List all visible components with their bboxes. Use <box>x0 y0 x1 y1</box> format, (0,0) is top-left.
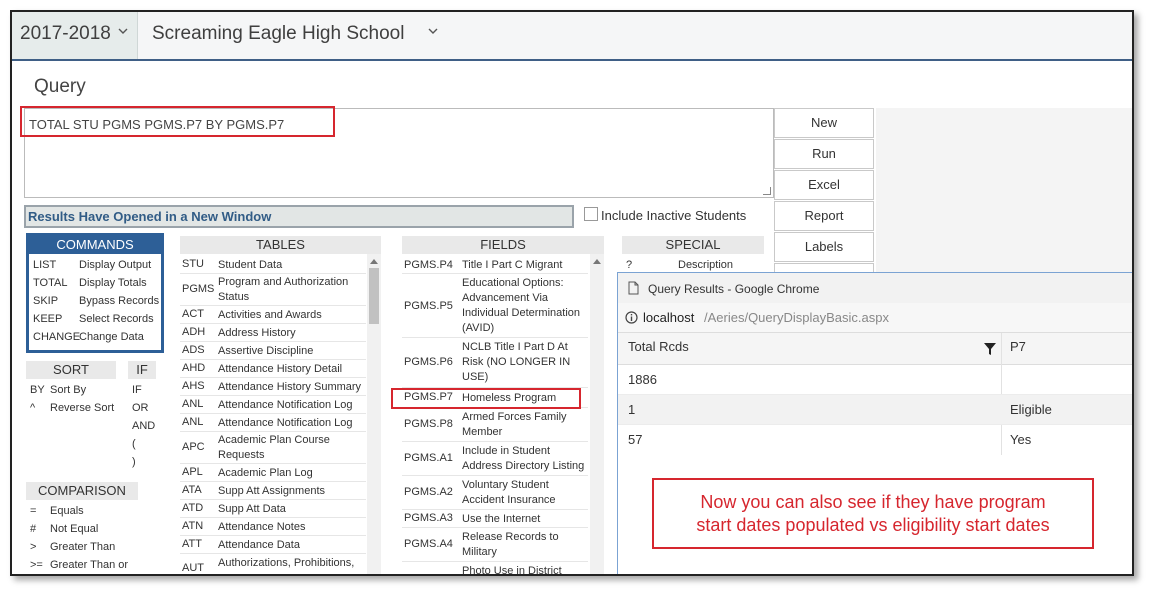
new-button[interactable]: New <box>774 108 874 138</box>
special-panel: SPECIAL ? Description <box>622 236 764 276</box>
chevron-down-icon <box>428 28 438 34</box>
sort-header: SORT <box>26 361 116 379</box>
command-item[interactable]: TOTAL Display Totals <box>29 274 161 292</box>
year-label: 2017-2018 <box>20 23 111 44</box>
status-message: Results Have Opened in a New Window <box>24 205 574 228</box>
school-label: Screaming Eagle High School <box>152 23 405 44</box>
table-row[interactable]: ATA Supp Att Assignments <box>180 482 366 500</box>
tables-scrollbar[interactable] <box>367 254 381 574</box>
field-row[interactable]: PGMS.A1 Include in Student Address Direct… <box>402 442 588 476</box>
field-row[interactable]: PGMS.A3 Use the Internet <box>402 510 588 528</box>
page-title: Query <box>34 76 86 97</box>
table-row[interactable]: APL Academic Plan Log <box>180 464 366 482</box>
window-titlebar[interactable]: Query Results - Google Chrome <box>618 273 1132 303</box>
year-selector[interactable]: 2017-2018 <box>12 12 138 59</box>
commands-panel: COMMANDS LIST Display Output TOTAL Display… <box>26 233 164 353</box>
table-row[interactable]: ATN Attendance Notes <box>180 518 366 536</box>
include-inactive-checkbox[interactable] <box>584 207 598 221</box>
comparison-item[interactable]: # Not Equal <box>26 520 138 538</box>
if-panel: IF IF OR AND ( ) <box>128 361 156 473</box>
annotation-callout: Now you can also see if they have progra… <box>652 478 1094 549</box>
table-row[interactable]: AHD Attendance History Detail <box>180 360 366 378</box>
resize-grip-icon[interactable] <box>763 187 771 195</box>
highlight-field-p7 <box>391 388 581 409</box>
fields-header: FIELDS <box>402 236 604 254</box>
page-icon <box>628 281 639 295</box>
chevron-down-icon <box>118 28 128 34</box>
field-row[interactable]: PGMS.P5 Educational Options: Advancement … <box>402 274 588 338</box>
sort-panel: SORT BY Sort By ^ Reverse Sort <box>26 361 116 421</box>
school-selector[interactable]: Screaming Eagle High School <box>138 12 458 59</box>
scroll-thumb[interactable] <box>369 268 379 324</box>
comparison-item[interactable]: >= Greater Than or <box>26 556 138 574</box>
labels-button[interactable]: Labels <box>774 232 874 262</box>
info-icon[interactable] <box>625 311 638 324</box>
table-row[interactable]: APC Academic Plan Course Requests <box>180 432 366 464</box>
comparison-header: COMPARISON <box>26 482 138 500</box>
annotation-line: Now you can also see if they have progra… <box>700 492 1046 512</box>
if-header: IF <box>128 361 156 379</box>
url-path: /Aeries/QueryDisplayBasic.aspx <box>704 310 889 325</box>
command-item[interactable]: CHANGE Change Data <box>29 328 161 346</box>
table-row[interactable]: PGMS Program and Authorization Status <box>180 274 366 306</box>
column-header[interactable]: P7 <box>1010 333 1026 361</box>
field-row[interactable]: PGMS.P4 Title I Part C Migrant <box>402 256 588 274</box>
table-row[interactable]: ADH Address History <box>180 324 366 342</box>
excel-button[interactable]: Excel <box>774 170 874 200</box>
table-row: 1 Eligible <box>618 395 1132 425</box>
address-bar[interactable]: localhost /Aeries/QueryDisplayBasic.aspx <box>618 303 1132 333</box>
command-item[interactable]: SKIP Bypass Records <box>29 292 161 310</box>
window-title: Query Results - Google Chrome <box>648 282 820 296</box>
table-row[interactable]: AHS Attendance History Summary <box>180 378 366 396</box>
table-row[interactable]: ATT Attendance Data <box>180 536 366 554</box>
table-row[interactable]: ADS Assertive Discipline <box>180 342 366 360</box>
table-row: 57 Yes <box>628 432 1032 447</box>
app-window: 2017-2018 Screaming Eagle High School Qu… <box>10 10 1134 576</box>
field-row[interactable]: PGMS.P8 Armed Forces Family Member <box>402 408 588 442</box>
field-row[interactable]: PGMS.A4 Release Records to Military <box>402 528 588 562</box>
column-header[interactable]: Total Rcds <box>628 333 689 361</box>
comparison-item[interactable]: = Equals <box>26 502 138 520</box>
table-header-row: Total Rcds P7 <box>618 333 1132 455</box>
command-item[interactable]: LIST Display Output <box>29 256 161 274</box>
table-row[interactable]: AUT Authorizations, Prohibitions, <box>180 554 366 574</box>
table-row[interactable]: ANL Attendance Notification Log <box>180 396 366 414</box>
tables-header: TABLES <box>180 236 381 254</box>
command-item[interactable]: KEEP Select Records <box>29 310 161 328</box>
comparison-item[interactable]: > Greater Than <box>26 538 138 556</box>
fields-scrollbar[interactable] <box>590 254 604 574</box>
table-row: 1886 <box>618 365 1132 395</box>
special-header: SPECIAL <box>622 236 764 254</box>
field-row[interactable]: Photo Use in District <box>402 562 588 574</box>
field-row[interactable]: PGMS.A2 Voluntary Student Accident Insura… <box>402 476 588 510</box>
top-bar: 2017-2018 Screaming Eagle High School <box>12 12 1132 61</box>
scroll-up-icon[interactable] <box>593 259 601 264</box>
tables-panel: TABLES STU Student Data PGMS Program and A… <box>180 236 381 574</box>
scroll-up-icon[interactable] <box>370 259 378 264</box>
url-host: localhost <box>643 310 695 325</box>
highlight-query <box>20 106 335 137</box>
include-inactive-label: Include Inactive Students <box>601 208 747 223</box>
filter-icon[interactable] <box>984 343 996 355</box>
field-row[interactable]: PGMS.P6 NCLB Title I Part D At Risk (NO L… <box>402 338 588 388</box>
sort-item[interactable]: ^ Reverse Sort <box>26 399 116 417</box>
run-button[interactable]: Run <box>774 139 874 169</box>
report-button[interactable]: Report <box>774 201 874 231</box>
table-row[interactable]: ACT Activities and Awards <box>180 306 366 324</box>
comparison-panel: COMPARISON = Equals # Not Equal > Greater T… <box>26 482 138 574</box>
annotation-line: start dates populated vs eligibility sta… <box>696 515 1050 535</box>
table-row[interactable]: STU Student Data <box>180 256 366 274</box>
table-row[interactable]: ANL Attendance Notification Log <box>180 414 366 432</box>
table-row[interactable]: ATD Supp Att Data <box>180 500 366 518</box>
commands-header: COMMANDS <box>29 236 161 254</box>
sort-item[interactable]: BY Sort By <box>26 381 116 399</box>
